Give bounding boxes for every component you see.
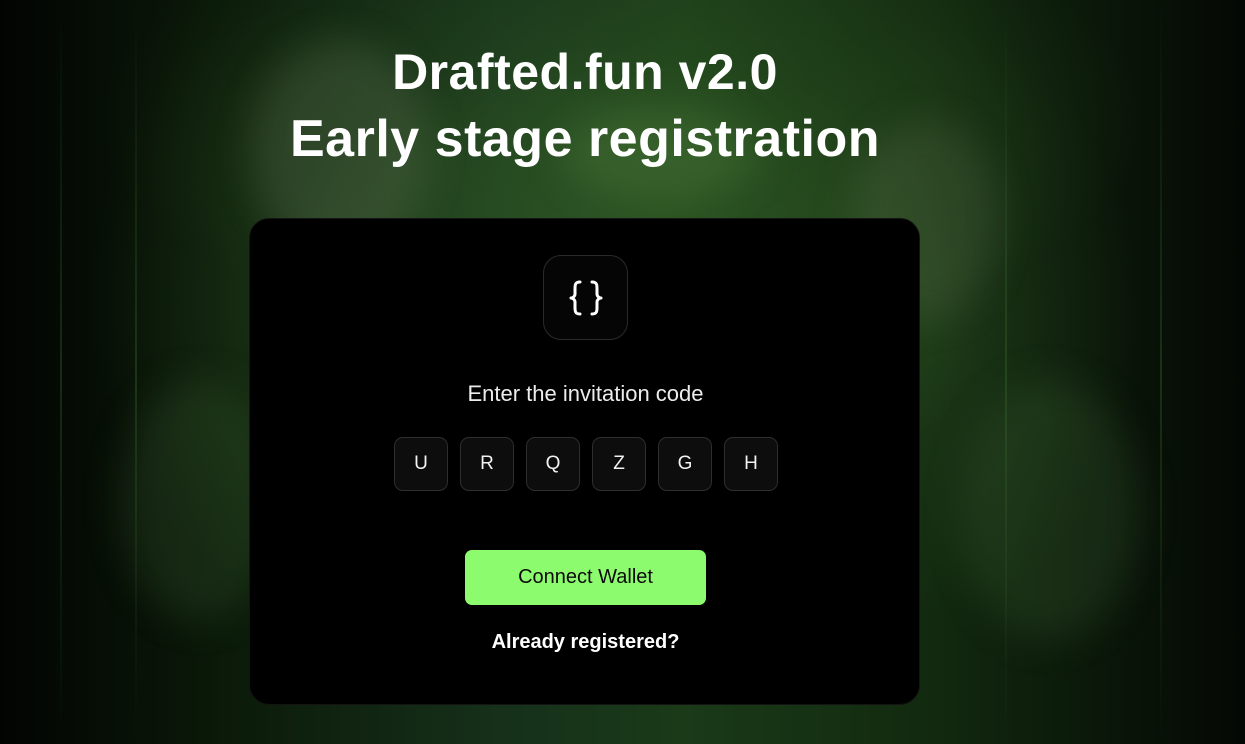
code-digit-field[interactable]: R — [460, 437, 514, 491]
already-registered-link[interactable]: Already registered? — [250, 631, 921, 654]
connect-wallet-button[interactable]: Connect Wallet — [465, 550, 706, 605]
code-digit-field[interactable]: Q — [526, 437, 580, 491]
page-subtitle: Early stage registration — [290, 110, 880, 168]
page-title: Drafted.fun v2.0 — [392, 44, 778, 100]
curly-braces-icon — [543, 255, 628, 340]
invitation-code-input: U R Q Z G H — [394, 437, 778, 491]
invitation-prompt: Enter the invitation code — [467, 381, 704, 406]
code-digit-field[interactable]: Z — [592, 437, 646, 491]
background-shape-right — [960, 380, 1140, 640]
code-digit-field[interactable]: U — [394, 437, 448, 491]
registration-card: Enter the invitation code U R Q Z G H Co… — [249, 218, 920, 705]
code-digit-field[interactable]: H — [724, 437, 778, 491]
code-digit-field[interactable]: G — [658, 437, 712, 491]
